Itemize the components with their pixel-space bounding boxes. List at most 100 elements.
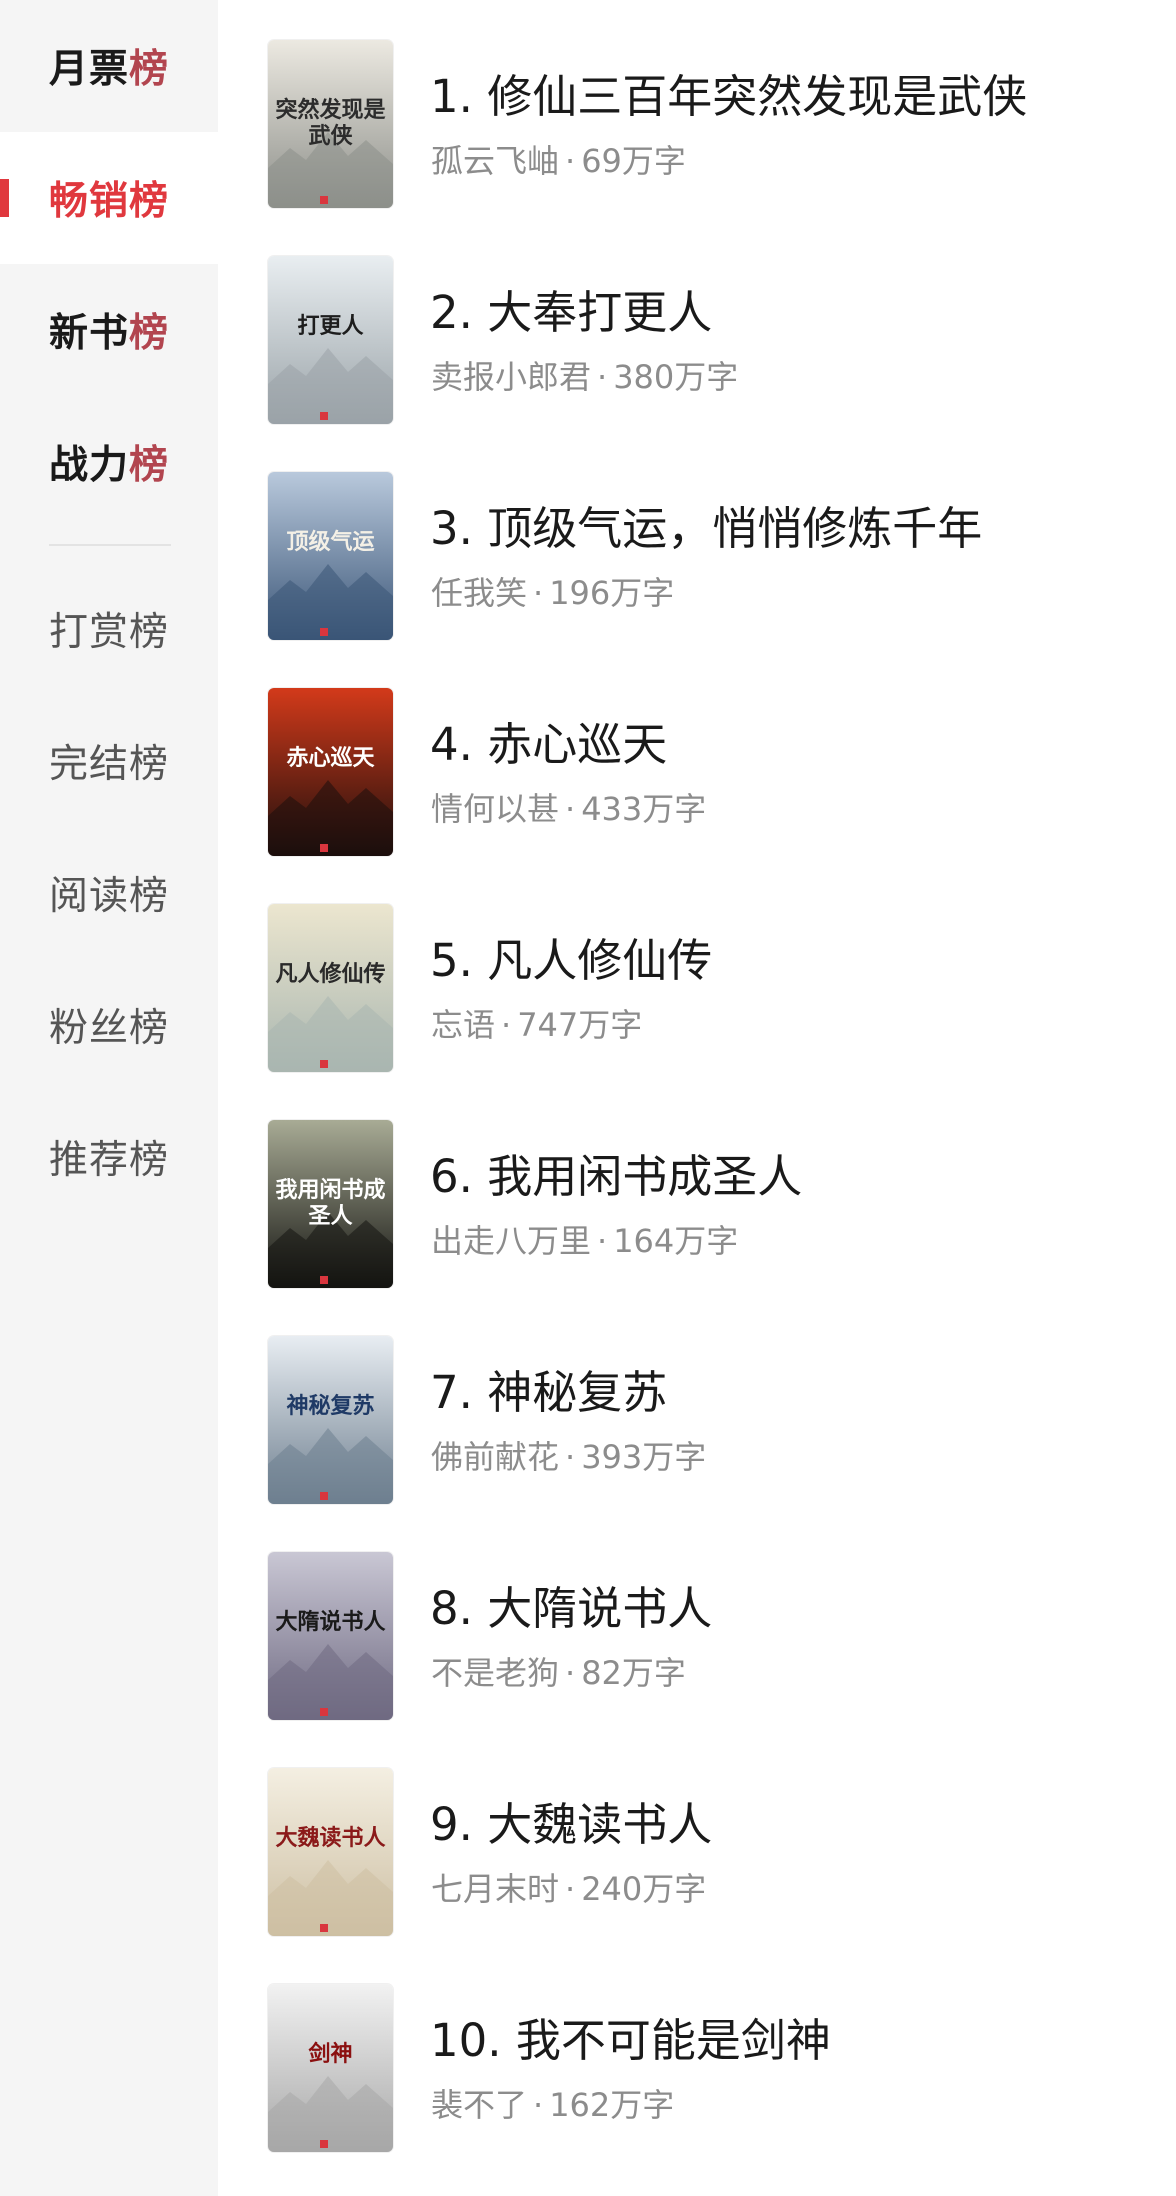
cover-publisher-mark (320, 1276, 328, 1284)
list-item-book-4[interactable]: 赤心巡天 4. 赤心巡天 情何以甚 · 433万字 (268, 688, 1148, 856)
meta-separator: · (565, 1870, 576, 1908)
list-item-book-9[interactable]: 大魏读书人 9. 大魏读书人 七月末时 · 240万字 (268, 1768, 1148, 1936)
cover-publisher-mark (320, 1492, 328, 1500)
book-cover[interactable]: 赤心巡天 (268, 688, 393, 856)
book-meta: 卖报小郎君 · 380万字 (431, 352, 738, 398)
cover-publisher-mark (320, 1060, 328, 1068)
tab-label: 打赏榜 (49, 610, 170, 655)
tab-label-suffix: 榜 (129, 443, 170, 488)
cover-art (268, 1984, 393, 2152)
book-cover[interactable]: 顶级气运 (268, 472, 393, 640)
book-author: 忘语 (431, 1006, 496, 1044)
ranking-sidebar: 月票榜 畅销榜 新书榜 战力榜 打赏榜 完结榜 阅读榜 粉丝榜 推荐榜 (0, 0, 218, 2196)
book-word-count: 747万字 (517, 1006, 643, 1044)
cover-art (268, 1768, 393, 1936)
list-item-book-10[interactable]: 剑神 10. 我不可能是剑神 裴不了 · 162万字 (268, 1984, 1148, 2152)
book-title: 10. 我不可能是剑神 (430, 2014, 831, 2067)
book-meta: 七月末时 · 240万字 (431, 1864, 706, 1910)
book-meta: 任我笑 · 196万字 (431, 568, 674, 614)
book-word-count: 196万字 (549, 574, 675, 612)
book-cover[interactable]: 剑神 (268, 1984, 393, 2152)
list-item-book-7[interactable]: 神秘复苏 7. 神秘复苏 佛前献花 · 393万字 (268, 1336, 1148, 1504)
tab-recommended[interactable]: 推荐榜 (0, 1091, 218, 1223)
tab-label-suffix: 榜 (129, 47, 170, 92)
cover-publisher-mark (320, 1924, 328, 1932)
meta-separator: · (565, 790, 576, 828)
cover-art (268, 472, 393, 640)
cover-publisher-mark (320, 196, 328, 204)
book-author: 佛前献花 (431, 1438, 560, 1476)
list-item-book-6[interactable]: 我用闲书成圣人 6. 我用闲书成圣人 出走八万里 · 164万字 (268, 1120, 1148, 1288)
meta-separator: · (565, 1438, 576, 1476)
tab-power[interactable]: 战力榜 (0, 396, 218, 528)
book-author: 七月末时 (431, 1870, 560, 1908)
cover-title-art: 剑神 (308, 2042, 353, 2067)
book-author: 情何以甚 (431, 790, 560, 828)
cover-title-art: 大魏读书人 (275, 1826, 386, 1851)
book-title: 6. 我用闲书成圣人 (430, 1150, 803, 1203)
meta-separator: · (533, 574, 544, 612)
book-title: 7. 神秘复苏 (430, 1366, 668, 1419)
book-meta: 忘语 · 747万字 (431, 1000, 642, 1046)
book-title: 4. 赤心巡天 (430, 718, 668, 771)
cover-publisher-mark (320, 412, 328, 420)
tab-label: 推荐榜 (49, 1138, 170, 1183)
book-meta: 出走八万里 · 164万字 (431, 1216, 738, 1262)
tab-tipping[interactable]: 打赏榜 (0, 563, 218, 695)
list-item-book-5[interactable]: 凡人修仙传 5. 凡人修仙传 忘语 · 747万字 (268, 904, 1148, 1072)
book-word-count: 69万字 (581, 142, 686, 180)
book-cover[interactable]: 我用闲书成圣人 (268, 1120, 393, 1288)
tab-label: 新书 (49, 311, 130, 356)
book-cover[interactable]: 大魏读书人 (268, 1768, 393, 1936)
book-cover[interactable]: 神秘复苏 (268, 1336, 393, 1504)
book-meta: 情何以甚 · 433万字 (431, 784, 706, 830)
cover-title-art: 凡人修仙传 (275, 962, 386, 987)
tab-label: 粉丝榜 (49, 1006, 170, 1051)
cover-title-art: 突然发现是武侠 (275, 98, 386, 149)
book-author: 任我笑 (431, 574, 528, 612)
cover-title-art: 大隋说书人 (275, 1610, 386, 1635)
cover-art (268, 256, 393, 424)
cover-art (268, 1336, 393, 1504)
tab-label: 阅读榜 (49, 874, 170, 919)
book-author: 出走八万里 (431, 1222, 592, 1260)
sidebar-divider (49, 544, 171, 546)
book-cover[interactable]: 凡人修仙传 (268, 904, 393, 1072)
list-item-book-2[interactable]: 打更人 2. 大奉打更人 卖报小郎君 · 380万字 (268, 256, 1148, 424)
list-item-book-3[interactable]: 顶级气运 3. 顶级气运，悄悄修炼千年 任我笑 · 196万字 (268, 472, 1148, 640)
meta-separator: · (533, 2086, 544, 2124)
book-cover[interactable]: 打更人 (268, 256, 393, 424)
book-title: 9. 大魏读书人 (430, 1798, 713, 1851)
tab-label-suffix: 榜 (129, 179, 170, 224)
tab-fans[interactable]: 粉丝榜 (0, 959, 218, 1091)
book-title: 2. 大奉打更人 (430, 286, 713, 339)
book-word-count: 164万字 (613, 1222, 739, 1260)
cover-title-art: 我用闲书成圣人 (275, 1178, 386, 1229)
tab-bestseller[interactable]: 畅销榜 (0, 132, 218, 264)
cover-art (268, 688, 393, 856)
tab-completed[interactable]: 完结榜 (0, 695, 218, 827)
book-word-count: 393万字 (581, 1438, 707, 1476)
tab-label: 战力 (49, 443, 130, 488)
book-meta: 孤云飞岫 · 69万字 (431, 136, 686, 182)
list-item-book-8[interactable]: 大隋说书人 8. 大隋说书人 不是老狗 · 82万字 (268, 1552, 1148, 1720)
book-meta: 不是老狗 · 82万字 (431, 1648, 686, 1694)
book-author: 不是老狗 (431, 1654, 560, 1692)
meta-separator: · (565, 142, 576, 180)
book-author: 裴不了 (431, 2086, 528, 2124)
tab-monthly-ticket[interactable]: 月票榜 (0, 0, 218, 132)
meta-separator: · (501, 1006, 512, 1044)
book-cover[interactable]: 大隋说书人 (268, 1552, 393, 1720)
tab-new-books[interactable]: 新书榜 (0, 264, 218, 396)
tab-reading[interactable]: 阅读榜 (0, 827, 218, 959)
active-tab-indicator (0, 179, 9, 217)
cover-publisher-mark (320, 2140, 328, 2148)
meta-separator: · (565, 1654, 576, 1692)
meta-separator: · (597, 1222, 608, 1260)
book-cover[interactable]: 突然发现是武侠 (268, 40, 393, 208)
book-word-count: 380万字 (613, 358, 739, 396)
book-title: 3. 顶级气运，悄悄修炼千年 (430, 502, 983, 555)
book-author: 卖报小郎君 (431, 358, 592, 396)
list-item-book-1[interactable]: 突然发现是武侠 1. 修仙三百年突然发现是武侠 孤云飞岫 · 69万字 (268, 40, 1148, 208)
book-meta: 裴不了 · 162万字 (431, 2080, 674, 2126)
